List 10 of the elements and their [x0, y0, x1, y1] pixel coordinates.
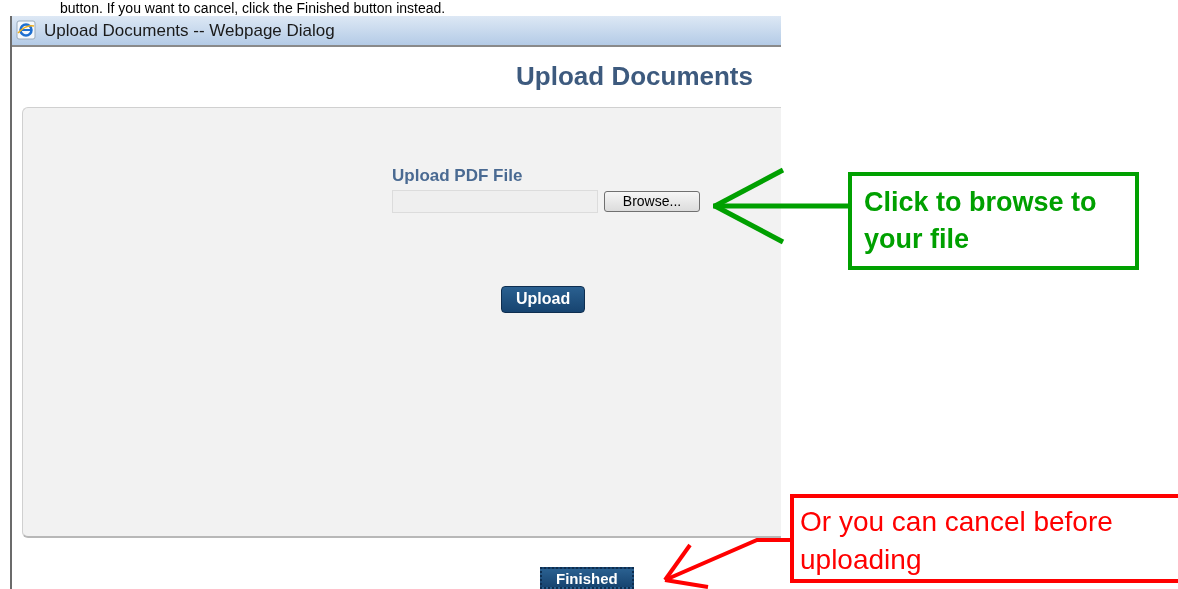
callout-text: Or you can cancel before uploading	[800, 505, 1114, 577]
finished-button[interactable]: Finished	[540, 567, 634, 589]
upload-button[interactable]: Upload	[501, 285, 586, 313]
window-title: Upload Documents -- Webpage Dialog	[44, 19, 335, 42]
browser-icon	[16, 20, 36, 41]
callout-text: Click to browse to your file	[864, 186, 1098, 256]
browse-button[interactable]: Browse...	[604, 190, 700, 212]
page-heading: Upload Documents	[516, 59, 753, 93]
field-label: Upload PDF File	[392, 165, 524, 186]
instruction-text: button. If you want to cancel, click the Finished button instead.	[60, 0, 446, 16]
